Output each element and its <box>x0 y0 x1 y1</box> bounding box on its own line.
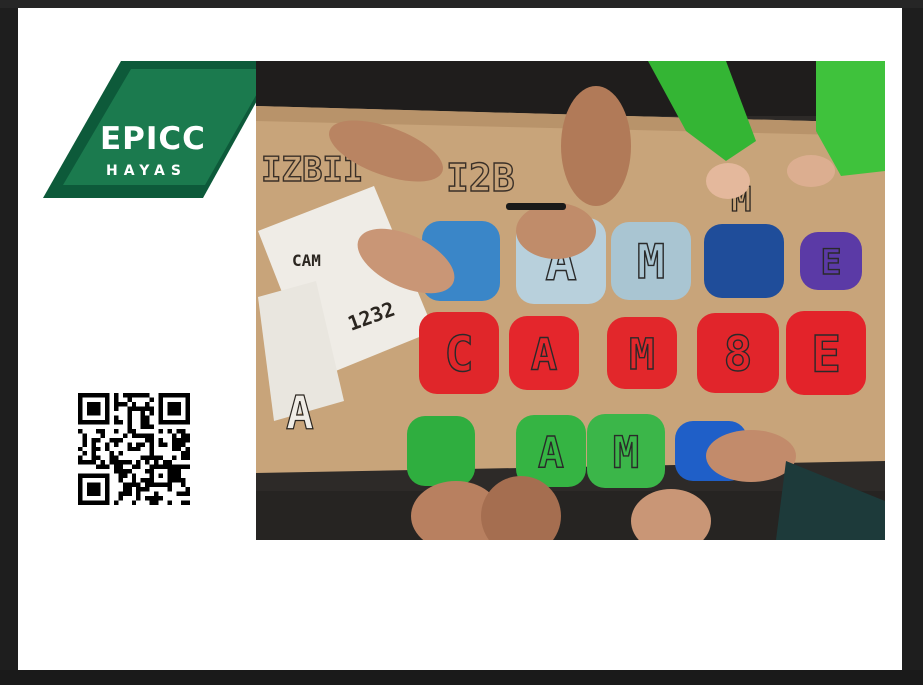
qr-code-graphic <box>78 393 190 505</box>
clay-tile-letter: C <box>444 326 474 383</box>
paper-letters-cam: CAM <box>292 251 321 270</box>
window-top-bar <box>0 0 923 8</box>
logo-word: EPICC <box>100 121 206 157</box>
paper-letter-a: A <box>286 386 314 440</box>
clay-tile-letter: E <box>811 325 841 383</box>
paper-letters-i2b: I2B <box>446 156 515 200</box>
slide: EPICC HAYAS IZBII I2B CAM 1232 A M AMECA… <box>18 8 902 670</box>
clay-tile-letter: M <box>613 427 640 478</box>
clay-tile <box>704 224 784 298</box>
epicc-hayas-logo: EPICC HAYAS <box>43 61 279 198</box>
clay-tile-letter: E <box>820 243 841 283</box>
classroom-photo: IZBII I2B CAM 1232 A M AMECAM8EAM <box>256 61 885 540</box>
qr-code-icon[interactable] <box>78 393 190 505</box>
clay-tile-letter: 8 <box>724 327 753 383</box>
clay-tile-letter: A <box>531 329 558 380</box>
photo-graphic: IZBII I2B CAM 1232 A M A M EC A M 8 EA M <box>256 61 885 540</box>
clay-tile-letter: M <box>629 330 655 380</box>
clay-tile-letter: A <box>538 428 564 478</box>
clay-tile <box>407 416 475 486</box>
logo-subword: HAYAS <box>106 163 187 179</box>
clay-tile-letter: M <box>637 235 665 290</box>
window-bottom-bar <box>0 670 923 685</box>
